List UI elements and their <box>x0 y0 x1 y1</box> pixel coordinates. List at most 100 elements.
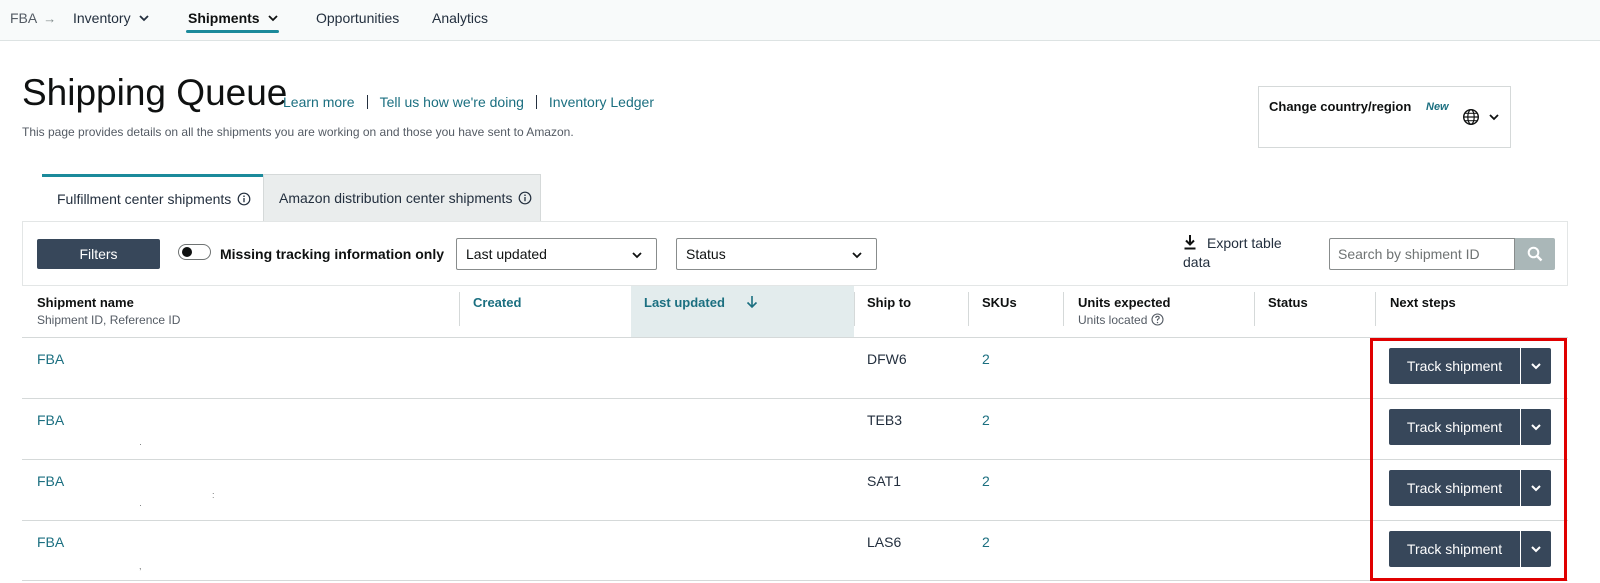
status-select-value: Status <box>686 246 726 262</box>
ship-to-value: DFW6 <box>867 351 907 367</box>
export-table-button[interactable]: Export table data <box>1183 234 1303 270</box>
search-icon <box>1527 246 1543 262</box>
tab-label: Amazon distribution center shipments <box>279 190 513 206</box>
feedback-link[interactable]: Tell us how we're doing <box>380 94 524 110</box>
track-shipment-button[interactable]: Track shipment <box>1389 531 1521 567</box>
track-shipment-split-button: Track shipment <box>1389 348 1551 384</box>
nav-item-inventory[interactable]: Inventory <box>73 10 151 26</box>
nav-item-label: Opportunities <box>316 10 400 26</box>
column-header-ship-to: Ship to <box>867 295 912 310</box>
page-title: Shipping Queue <box>22 72 288 113</box>
column-header-label: Shipment name <box>37 295 134 310</box>
country-selector[interactable]: Change country/region New <box>1258 86 1511 148</box>
skus-link[interactable]: 2 <box>982 412 990 428</box>
status-select[interactable]: Status <box>676 238 877 270</box>
chevron-down-icon <box>267 15 278 22</box>
sort-select[interactable]: Last updated <box>456 238 657 270</box>
shipment-name-link[interactable]: FBA <box>37 351 64 367</box>
breadcrumb[interactable]: FBA → <box>10 10 56 26</box>
filters-button[interactable]: Filters <box>37 239 160 269</box>
column-header-units-expected: Units expected Units located <box>1078 295 1170 327</box>
new-badge: New <box>1426 101 1449 113</box>
info-icon[interactable] <box>518 191 532 205</box>
chevron-down-icon <box>632 252 642 259</box>
tab-distribution-center[interactable]: Amazon distribution center shipments <box>263 174 541 221</box>
redaction-mark: , <box>139 561 142 571</box>
learn-more-link[interactable]: Learn more <box>283 94 355 110</box>
info-icon[interactable] <box>237 192 251 206</box>
toggle-knob <box>182 247 192 257</box>
track-shipment-dropdown[interactable] <box>1521 470 1551 506</box>
table-bottom-border <box>22 580 1568 581</box>
track-shipment-button[interactable]: Track shipment <box>1389 470 1521 506</box>
column-divider <box>1254 292 1255 326</box>
skus-link[interactable]: 2 <box>982 473 990 489</box>
search-input[interactable] <box>1329 238 1515 270</box>
track-shipment-button[interactable]: Track shipment <box>1389 348 1521 384</box>
track-shipment-split-button: Track shipment <box>1389 409 1551 445</box>
sort-select-value: Last updated <box>466 246 547 262</box>
ship-to-value: LAS6 <box>867 534 902 550</box>
nav-item-shipments[interactable]: Shipments <box>188 10 280 26</box>
track-shipment-split-button: Track shipment <box>1389 470 1551 506</box>
header-links: Learn more Tell us how we're doing Inven… <box>283 94 654 110</box>
track-shipment-dropdown[interactable] <box>1521 409 1551 445</box>
column-header-skus: SKUs <box>982 295 1017 310</box>
column-divider <box>1375 292 1376 326</box>
search-button[interactable] <box>1515 238 1555 270</box>
column-divider <box>1063 292 1064 326</box>
download-icon <box>1184 235 1196 250</box>
nav-item-analytics[interactable]: Analytics <box>432 10 488 26</box>
redaction-mark: : <box>212 490 215 500</box>
help-icon[interactable] <box>1151 313 1164 326</box>
column-header-label: Units expected <box>1078 295 1171 310</box>
globe-icon[interactable] <box>1462 108 1480 126</box>
track-shipment-button[interactable]: Track shipment <box>1389 409 1521 445</box>
page-subtitle: This page provides details on all the sh… <box>22 125 574 139</box>
column-header-last-updated[interactable]: Last updated <box>644 295 759 310</box>
nav-item-label: Shipments <box>188 10 260 26</box>
skus-link[interactable]: 2 <box>982 534 990 550</box>
top-navigation: FBA → Inventory Shipments Opportunities … <box>0 0 1600 41</box>
redaction-mark: · <box>139 500 142 510</box>
track-shipment-dropdown[interactable] <box>1521 531 1551 567</box>
sort-descending-icon <box>746 296 757 309</box>
column-header-label: Last updated <box>644 295 725 310</box>
country-label: Change country/region <box>1269 99 1412 114</box>
sorted-column-highlight <box>631 286 854 337</box>
column-divider <box>459 292 460 326</box>
toggle-label: Missing tracking information only <box>220 246 445 262</box>
shipment-name-link[interactable]: FBA <box>37 412 64 428</box>
column-header-created[interactable]: Created <box>473 295 521 310</box>
skus-link[interactable]: 2 <box>982 351 990 367</box>
divider <box>366 95 368 109</box>
table-row: FBA · TEB3 2 Track shipment <box>22 398 1568 459</box>
tab-label: Fulfillment center shipments <box>57 191 232 207</box>
chevron-down-icon <box>1531 485 1541 492</box>
column-header-next-steps: Next steps <box>1390 295 1456 310</box>
chevron-down-icon <box>1531 424 1541 431</box>
chevron-down-icon[interactable] <box>1487 110 1501 124</box>
nav-item-label: Inventory <box>73 10 131 26</box>
ship-to-value: SAT1 <box>867 473 901 489</box>
redaction-mark: · <box>139 439 142 449</box>
chevron-down-icon <box>138 15 149 22</box>
column-header-sublabel: Shipment ID, Reference ID <box>37 313 181 327</box>
export-label: Export table <box>1207 235 1282 251</box>
column-divider <box>854 292 855 326</box>
track-shipment-dropdown[interactable] <box>1521 348 1551 384</box>
breadcrumb-fba[interactable]: FBA <box>10 10 37 26</box>
column-header-sublabel: Units located <box>1078 313 1170 327</box>
table-row: FBA , LAS6 2 Track shipment <box>22 520 1568 581</box>
units-located-label: Units located <box>1078 313 1148 327</box>
column-header-shipment-name: Shipment name Shipment ID, Reference ID <box>37 295 180 327</box>
chevron-down-icon <box>852 252 862 259</box>
inventory-ledger-link[interactable]: Inventory Ledger <box>549 94 654 110</box>
shipment-name-link[interactable]: FBA <box>37 534 64 550</box>
shipment-name-link[interactable]: FBA <box>37 473 64 489</box>
nav-item-opportunities[interactable]: Opportunities <box>316 10 399 26</box>
tab-fulfillment-center[interactable]: Fulfillment center shipments <box>42 174 263 221</box>
active-tab-indicator <box>186 30 279 33</box>
missing-tracking-toggle[interactable] <box>178 244 211 260</box>
arrow-right-icon: → <box>43 10 57 26</box>
